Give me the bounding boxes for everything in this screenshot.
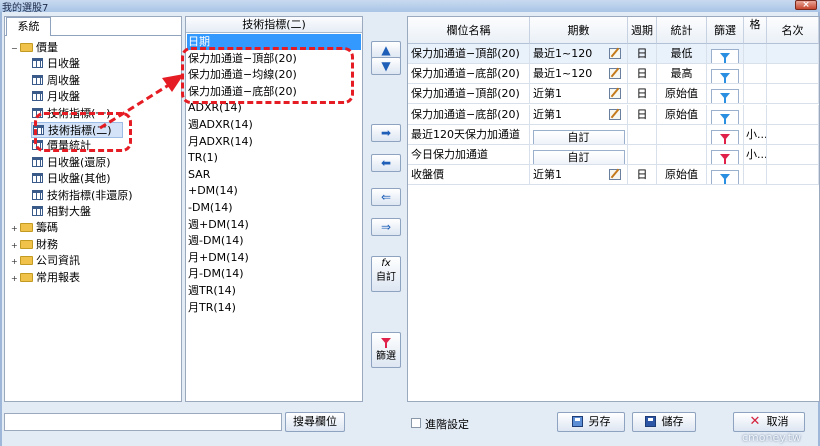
- tab-system[interactable]: 系統: [6, 17, 51, 36]
- annotation-arrow-head: [162, 74, 184, 92]
- annotation-arrow: [99, 74, 184, 130]
- annotation-arrow-line: [99, 81, 173, 130]
